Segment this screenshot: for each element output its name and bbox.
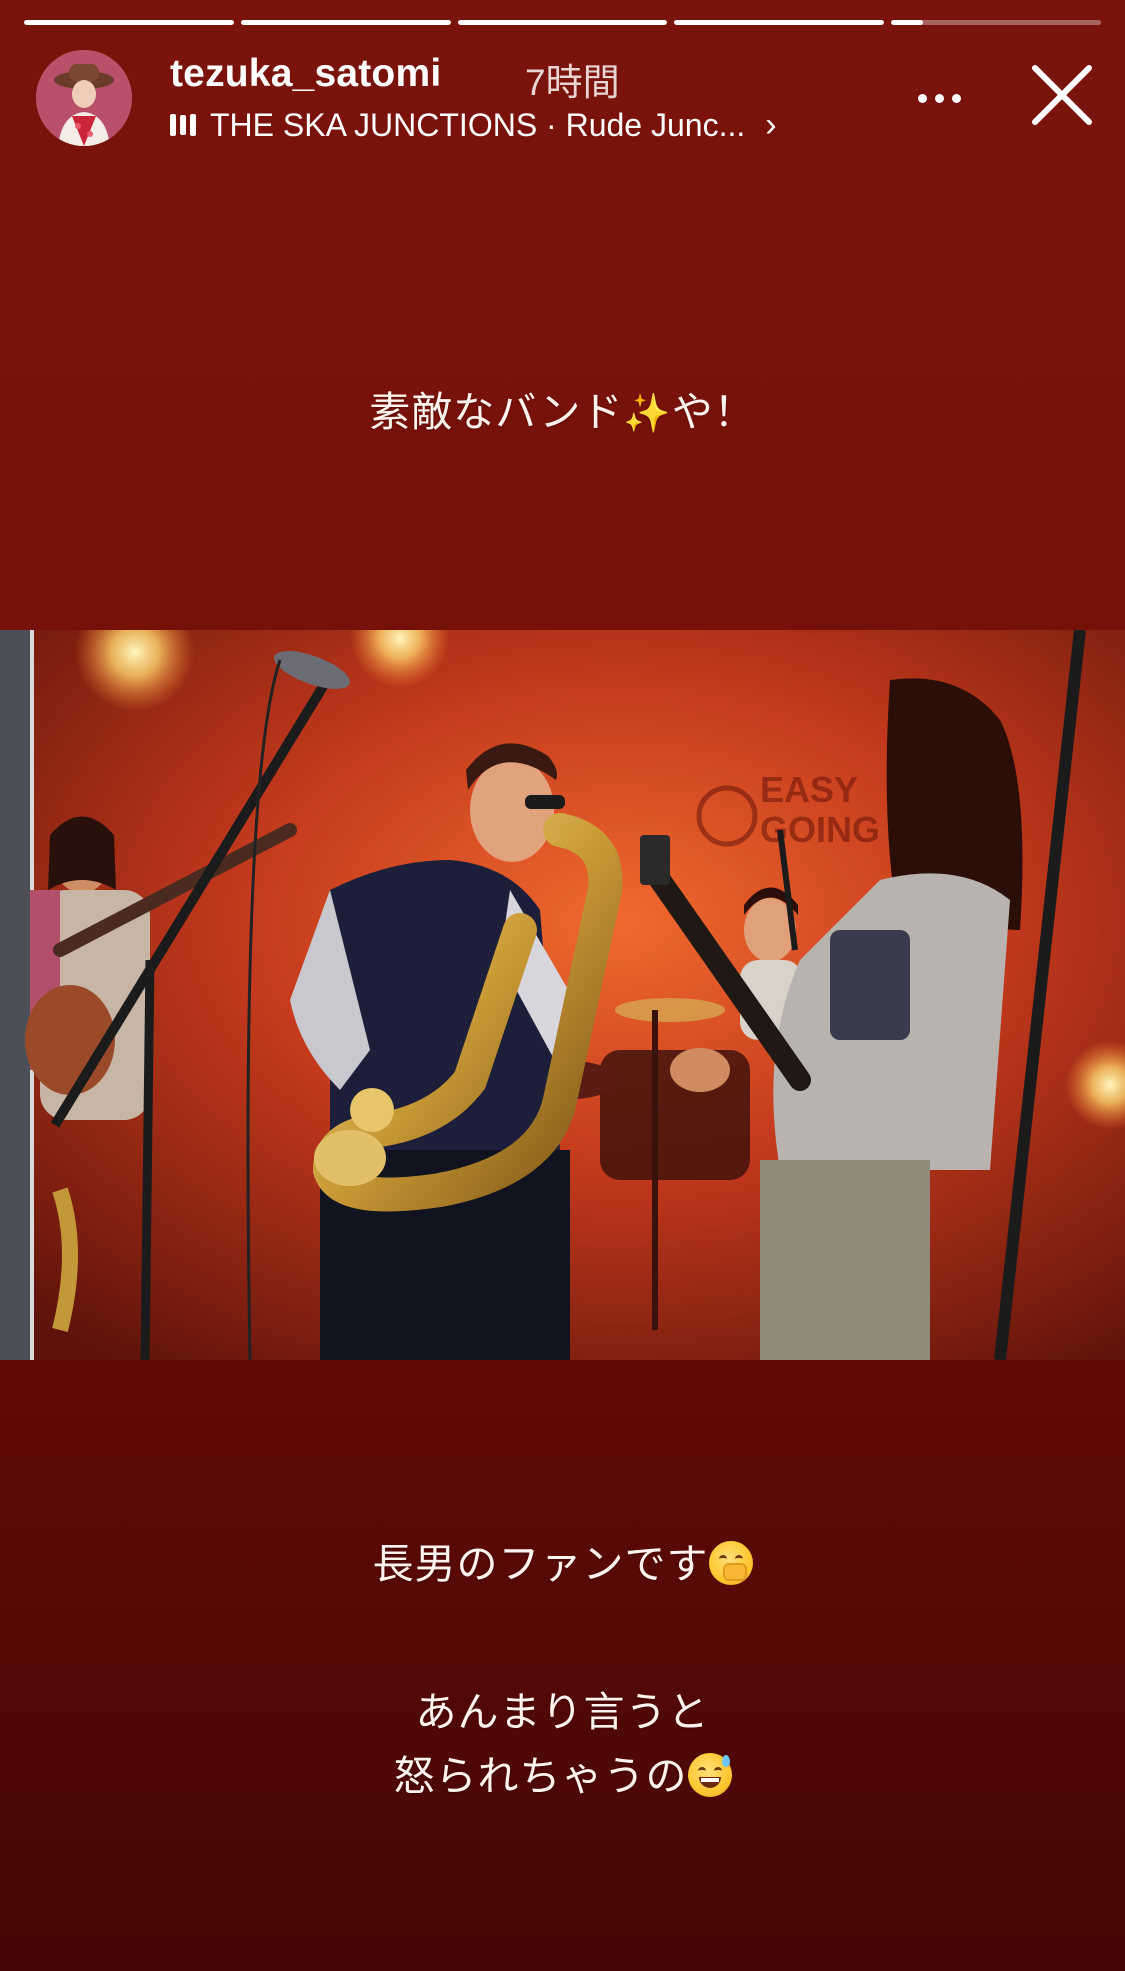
caption-middle: 長男のファンです: [0, 1530, 1125, 1590]
progress-segment: [240, 20, 451, 25]
more-options-button[interactable]: [909, 68, 969, 128]
caption-bottom: あんまり言うと 怒られちゃうの: [0, 1680, 1125, 1808]
caption-bottom-line1: あんまり言うと: [415, 1689, 710, 1735]
grinning-sweat-icon: [687, 1753, 732, 1798]
sparkles-icon: ✨: [623, 393, 672, 435]
caption-top-text: 素敵なバンド: [369, 389, 624, 435]
caption-top-tail: や！: [671, 389, 756, 435]
close-button[interactable]: [1029, 62, 1095, 128]
username[interactable]: tezuka_satomi: [170, 52, 441, 96]
progress-segment-current: [891, 20, 1101, 25]
svg-text:GOING: GOING: [760, 809, 880, 850]
face-with-hand-over-mouth-icon: [708, 1541, 753, 1586]
music-attribution[interactable]: THE SKA JUNCTIONS · Rude Junc... ›: [170, 104, 777, 146]
avatar[interactable]: [36, 50, 132, 146]
music-label: THE SKA JUNCTIONS · Rude Junc...: [210, 106, 746, 143]
story-header: tezuka_satomi 7時間 THE SKA JUNCTIONS · Ru…: [36, 50, 1095, 150]
post-time: 7時間: [525, 62, 620, 103]
caption-top: 素敵なバンド✨や！: [0, 378, 1125, 438]
music-bars-icon: [170, 113, 196, 137]
caption-bottom-line2: 怒られちゃうの: [393, 1753, 688, 1799]
story-progress: [24, 20, 1101, 25]
svg-text:EASY: EASY: [760, 769, 858, 810]
close-icon: [1032, 65, 1092, 125]
story-photo: EASY GOING: [0, 630, 1125, 1360]
progress-segment: [24, 20, 234, 25]
caption-middle-text: 長男のファンです: [372, 1541, 709, 1587]
caption-bottom-line2-wrap: 怒られちゃうの: [0, 1744, 1125, 1808]
chevron-right-icon: ›: [765, 105, 777, 144]
more-horizontal-icon: [917, 93, 927, 103]
progress-segment: [457, 20, 668, 25]
progress-segment: [674, 20, 885, 25]
